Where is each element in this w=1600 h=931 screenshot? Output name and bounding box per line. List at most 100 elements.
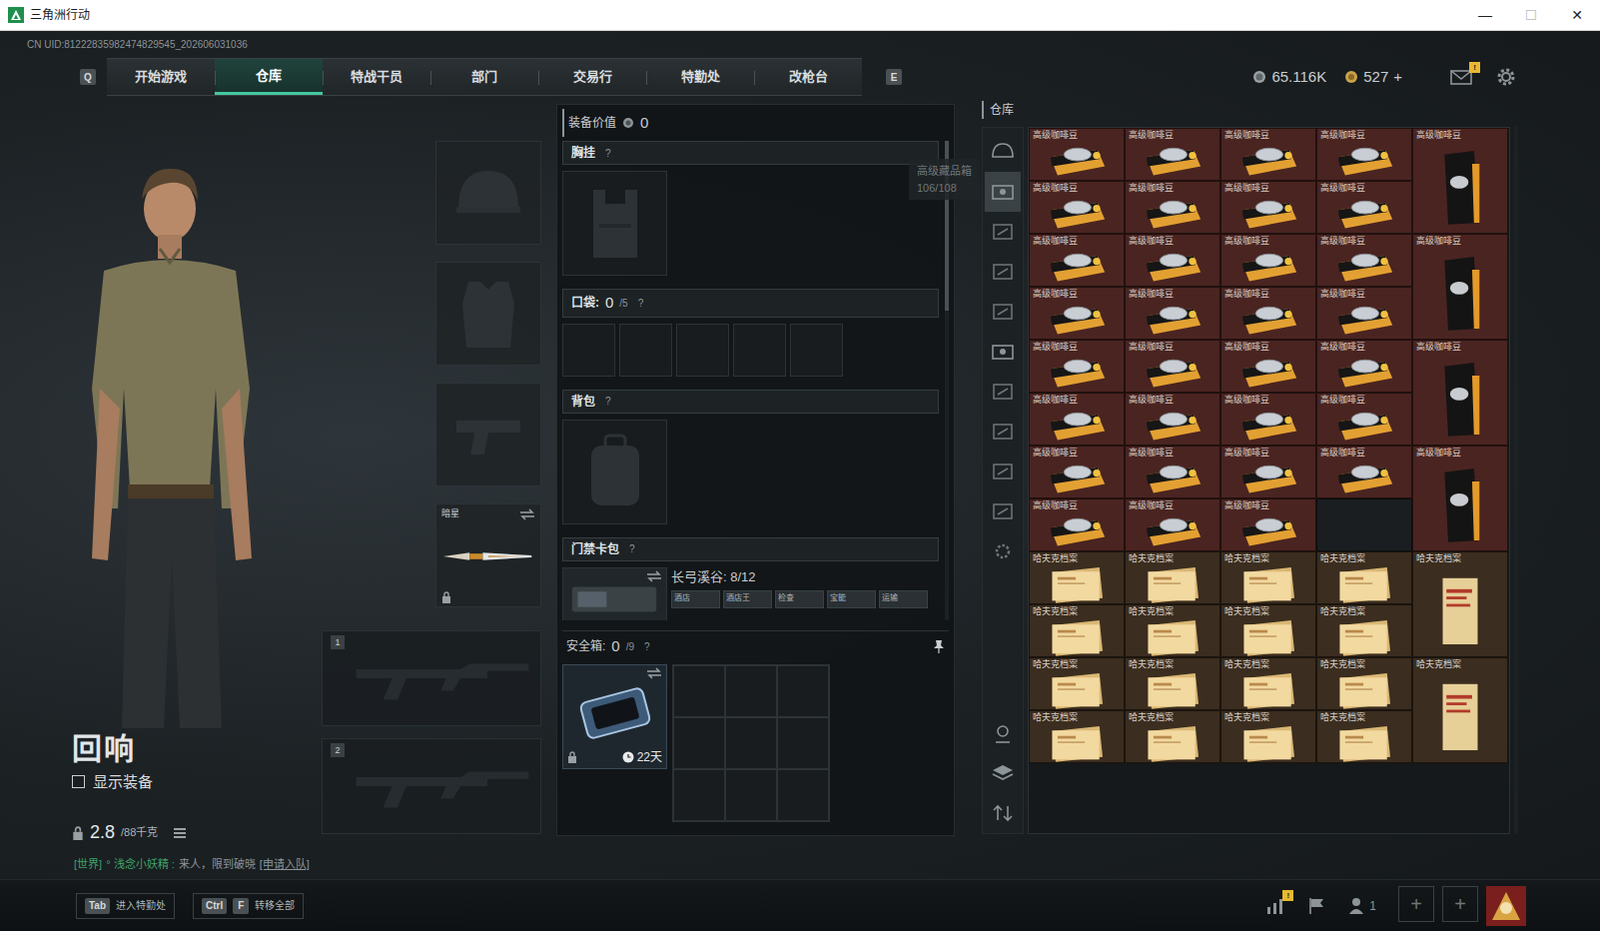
stash-item[interactable]: 哈夫克档案	[1412, 657, 1509, 764]
helmet-slot[interactable]	[435, 140, 542, 245]
stash-item[interactable]: 高级咖啡豆	[1124, 233, 1221, 287]
chest-rig-slot[interactable]	[562, 170, 668, 276]
stash-tab[interactable]	[984, 331, 1021, 372]
weapon-slot[interactable]: 1	[321, 630, 542, 727]
hotkey-button[interactable]: Tab进入特勤处	[75, 892, 175, 919]
show-equipment-checkbox[interactable]: 显示装备	[71, 771, 322, 795]
next-tab-key[interactable]: E	[885, 68, 902, 85]
keycard[interactable]: 宝能	[826, 590, 876, 609]
safe-box-cell[interactable]	[673, 665, 726, 718]
help-button[interactable]: ?	[629, 541, 636, 557]
stash-item[interactable]: 哈夫克档案	[1028, 551, 1125, 605]
safe-box-cell[interactable]	[673, 769, 726, 821]
pocket-slot[interactable]	[562, 323, 616, 377]
pocket-slot[interactable]	[676, 323, 730, 377]
stash-item[interactable]: 哈夫克档案	[1316, 604, 1413, 658]
pocket-slot[interactable]	[619, 323, 673, 377]
swap-icon[interactable]	[519, 508, 536, 521]
friends-button[interactable]: 1	[1347, 895, 1377, 916]
stash-item[interactable]: 高级咖啡豆	[1028, 339, 1125, 393]
help-button[interactable]: ?	[644, 639, 651, 655]
stash-tab[interactable]	[984, 531, 1021, 572]
safe-box-cell[interactable]	[725, 717, 778, 770]
invite-slot[interactable]: +	[1398, 885, 1435, 922]
pin-icon[interactable]	[932, 639, 945, 654]
stash-tab[interactable]	[984, 451, 1021, 492]
nav-tab[interactable]: 开始游戏	[106, 58, 215, 95]
join-team-link[interactable]: [申请入队]	[259, 857, 310, 870]
stash-item[interactable]: 高级咖啡豆	[1028, 286, 1125, 340]
nav-tab[interactable]: 仓库	[214, 58, 323, 95]
stash-scrollbar[interactable]	[1514, 126, 1519, 834]
mail-button[interactable]: !	[1450, 68, 1473, 86]
stash-item[interactable]: 高级咖啡豆	[1220, 286, 1317, 340]
help-button[interactable]: ?	[605, 393, 612, 409]
help-button[interactable]: ?	[605, 145, 612, 161]
help-button[interactable]: ?	[638, 295, 645, 311]
stash-item[interactable]: 高级咖啡豆	[1124, 339, 1221, 393]
stash-item[interactable]: 哈夫克档案	[1028, 657, 1125, 711]
stash-tool[interactable]	[984, 713, 1021, 754]
swap-icon[interactable]	[646, 570, 663, 583]
stash-item[interactable]: 高级咖啡豆	[1316, 180, 1413, 234]
swap-icon[interactable]	[646, 667, 663, 680]
stash-item[interactable]: 高级咖啡豆	[1220, 498, 1317, 552]
weapon-slot[interactable]: 2	[321, 738, 542, 834]
stash-item[interactable]: 高级咖啡豆	[1028, 233, 1125, 287]
pocket-slot[interactable]	[733, 323, 787, 377]
invite-slot[interactable]: +	[1442, 885, 1479, 922]
stash-item[interactable]: 高级咖啡豆	[1316, 445, 1413, 499]
keycard[interactable]: 运输	[878, 590, 928, 609]
stash-tool[interactable]	[984, 793, 1021, 833]
loadout-scrollbar[interactable]	[944, 140, 949, 621]
stash-item[interactable]: 高级咖啡豆	[1412, 339, 1509, 446]
backpack-slot[interactable]	[562, 419, 668, 525]
stash-item[interactable]: 高级咖啡豆	[1412, 233, 1509, 340]
flag-button[interactable]	[1307, 895, 1326, 916]
stash-item[interactable]: 高级咖啡豆	[1412, 445, 1509, 552]
stash-tab[interactable]	[984, 131, 1021, 172]
stash-item[interactable]: 哈夫克档案	[1220, 657, 1317, 711]
empty-cell[interactable]	[1316, 498, 1413, 552]
stash-item[interactable]: 高级咖啡豆	[1220, 180, 1317, 234]
avatar-icon[interactable]	[1486, 885, 1527, 926]
stash-item[interactable]: 高级咖啡豆	[1220, 233, 1317, 287]
stash-item[interactable]: 高级咖啡豆	[1220, 392, 1317, 446]
stash-item[interactable]: 哈夫克档案	[1316, 657, 1413, 711]
add-currency-button[interactable]: +	[1393, 65, 1403, 89]
settings-button[interactable]	[1496, 66, 1517, 87]
stash-item[interactable]: 高级咖啡豆	[1220, 127, 1317, 181]
safe-box-cell[interactable]	[725, 665, 778, 718]
list-icon[interactable]	[171, 825, 188, 840]
stash-item[interactable]: 高级咖啡豆	[1028, 445, 1125, 499]
stash-item[interactable]: 高级咖啡豆	[1124, 127, 1221, 181]
stash-tool[interactable]	[984, 753, 1021, 794]
stash-item[interactable]: 高级咖啡豆	[1220, 339, 1317, 393]
stash-item[interactable]: 高级咖啡豆	[1124, 286, 1221, 340]
stash-item[interactable]: 哈夫克档案	[1028, 604, 1125, 658]
nav-tab[interactable]: 特勤处	[646, 58, 755, 95]
safe-box-cell[interactable]	[777, 717, 829, 770]
stash-item[interactable]: 高级咖啡豆	[1124, 498, 1221, 552]
pistol-slot[interactable]	[435, 382, 542, 487]
stash-item[interactable]: 哈夫克档案	[1220, 604, 1317, 658]
close-button[interactable]: ✕	[1554, 0, 1600, 30]
stash-item[interactable]: 高级咖啡豆	[1124, 392, 1221, 446]
nav-tab[interactable]: 特战干员	[322, 58, 431, 95]
stash-item[interactable]: 哈夫克档案	[1124, 551, 1221, 605]
stash-item[interactable]: 高级咖啡豆	[1028, 498, 1125, 552]
pocket-slot[interactable]	[790, 323, 843, 377]
stash-item[interactable]: 高级咖啡豆	[1124, 180, 1221, 234]
stash-tab[interactable]	[984, 411, 1021, 452]
nav-tab[interactable]: 改枪台	[754, 58, 862, 95]
safe-box-cell[interactable]	[673, 717, 726, 770]
stash-item[interactable]: 哈夫克档案	[1124, 604, 1221, 658]
stash-item[interactable]: 哈夫克档案	[1220, 551, 1317, 605]
keycard[interactable]: 检查	[775, 590, 824, 609]
minimize-button[interactable]: —	[1462, 0, 1509, 30]
stash-tab[interactable]	[984, 291, 1021, 332]
keycard-pouch-slot[interactable]	[562, 567, 668, 622]
stash-item[interactable]: 高级咖啡豆	[1028, 127, 1125, 181]
hotkey-button[interactable]: CtrlF转移全部	[192, 892, 304, 919]
stash-tab[interactable]	[984, 211, 1021, 252]
